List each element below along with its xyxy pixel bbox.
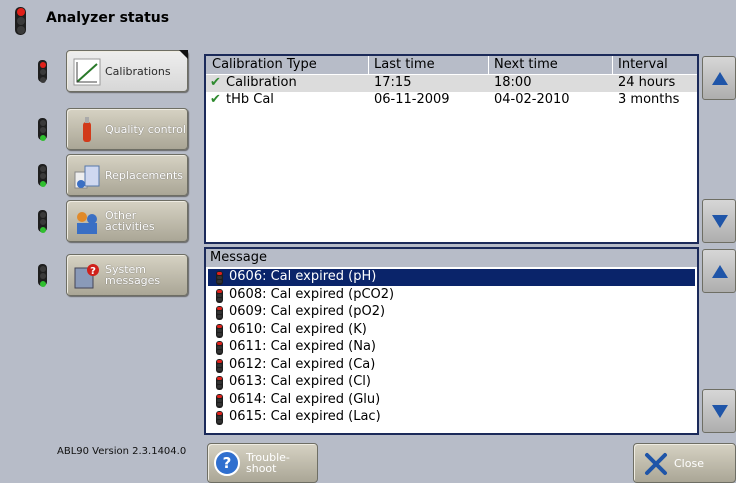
- table-scroll-down-button[interactable]: [702, 199, 736, 243]
- message-item[interactable]: 0610: Cal expired (K): [208, 322, 695, 339]
- nav-button-quality-control[interactable]: Quality control: [66, 108, 188, 150]
- error-light-icon: [216, 288, 223, 303]
- status-light-icon: [38, 210, 47, 233]
- other-activities-icon: [73, 208, 101, 236]
- nav-button-label: System messages: [105, 263, 161, 287]
- cell-interval: 3 months: [618, 92, 680, 107]
- system-messages-icon: ?: [73, 262, 101, 290]
- message-text: 0609: Cal expired (pO2): [229, 304, 386, 319]
- nav-button-label: Replacements: [105, 168, 184, 182]
- cell-next: 18:00: [494, 75, 532, 90]
- message-item[interactable]: 0608: Cal expired (pCO2): [208, 287, 695, 304]
- check-icon: ✔: [210, 92, 221, 107]
- message-text: 0608: Cal expired (pCO2): [229, 286, 395, 302]
- arrow-down-icon: [712, 405, 728, 418]
- message-text: 0614: Cal expired (Glu): [229, 391, 381, 407]
- page-title: Analyzer status: [46, 10, 170, 26]
- nav-button-label: Quality control: [105, 122, 186, 136]
- message-item[interactable]: 0609: Cal expired (pO2): [208, 304, 695, 321]
- help-icon: ?: [214, 450, 240, 476]
- status-light-icon: [38, 118, 47, 141]
- error-light-icon: [216, 376, 223, 390]
- cell-type: tHb Cal: [226, 92, 274, 107]
- message-list: Message 0606: Cal expired (pH) 0608: Cal …: [204, 247, 699, 435]
- check-icon: ✔: [210, 75, 221, 90]
- error-light-icon: [216, 323, 223, 338]
- message-text: 0612: Cal expired (Ca): [229, 356, 376, 372]
- message-item[interactable]: 0611: Cal expired (Na): [208, 339, 695, 356]
- table-scroll-up-button[interactable]: [702, 56, 736, 100]
- cell-last: 06-11-2009: [374, 92, 450, 107]
- cell-last: 17:15: [374, 75, 412, 90]
- message-item[interactable]: 0615: Cal expired (Lac): [208, 409, 695, 426]
- column-header-next: Next time: [494, 57, 558, 72]
- error-light-icon: [216, 411, 223, 425]
- message-scroll-down-button[interactable]: [702, 389, 736, 433]
- message-text: 0610: Cal expired (K): [229, 321, 367, 337]
- cell-type: Calibration: [226, 75, 297, 90]
- error-light-icon: [216, 358, 223, 373]
- arrow-up-icon: [712, 265, 728, 278]
- close-icon: [645, 453, 667, 475]
- message-scroll-up-button[interactable]: [702, 249, 736, 293]
- nav-button-label: Other activities: [105, 209, 155, 233]
- message-header: Message: [206, 249, 697, 267]
- error-light-icon: [216, 271, 223, 285]
- message-item[interactable]: 0612: Cal expired (Ca): [208, 357, 695, 374]
- close-button[interactable]: Close: [633, 443, 736, 483]
- selected-corner-icon: [179, 50, 188, 59]
- svg-text:?: ?: [223, 454, 232, 472]
- nav-button-other-activities[interactable]: Other activities: [66, 200, 188, 242]
- status-light-icon: [38, 60, 47, 83]
- column-header-type: Calibration Type: [212, 57, 317, 72]
- close-label: Close: [674, 457, 704, 470]
- message-item[interactable]: 0613: Cal expired (Cl): [208, 374, 695, 391]
- version-label: ABL90 Version 2.3.1404.0: [57, 446, 187, 457]
- arrow-up-icon: [712, 72, 728, 85]
- title-bar: Analyzer status: [0, 0, 736, 40]
- message-item[interactable]: 0614: Cal expired (Glu): [208, 392, 695, 409]
- calibration-table: Calibration Type Last time Next time Int…: [204, 54, 699, 244]
- table-row[interactable]: ✔ tHb Cal 06-11-2009 04-02-2010 3 months: [206, 92, 697, 109]
- error-light-icon: [216, 306, 223, 320]
- column-header-interval: Interval: [618, 57, 668, 72]
- troubleshoot-button[interactable]: ? Trouble- shoot: [207, 443, 318, 483]
- error-light-icon: [216, 393, 223, 408]
- message-text: 0606: Cal expired (pH): [229, 269, 377, 284]
- message-header-label: Message: [210, 250, 267, 265]
- nav-button-calibrations[interactable]: Calibrations: [66, 50, 188, 92]
- message-item[interactable]: 0606: Cal expired (pH): [208, 269, 695, 286]
- error-light-icon: [216, 341, 223, 355]
- table-row[interactable]: ✔ Calibration 17:15 18:00 24 hours: [206, 75, 697, 92]
- column-header-last: Last time: [374, 57, 435, 72]
- nav-button-replacements[interactable]: Replacements: [66, 154, 188, 196]
- nav-button-system-messages[interactable]: ? System messages: [66, 254, 188, 296]
- table-header: Calibration Type Last time Next time Int…: [206, 56, 697, 74]
- message-text: 0613: Cal expired (Cl): [229, 374, 371, 389]
- qc-ampoule-icon: [73, 116, 101, 144]
- status-light-icon: [38, 164, 47, 187]
- svg-text:?: ?: [90, 266, 96, 277]
- status-light-icon: [38, 264, 47, 287]
- arrow-down-icon: [712, 215, 728, 228]
- calibration-graph-icon: [73, 58, 101, 86]
- message-text: 0615: Cal expired (Lac): [229, 409, 381, 424]
- replacement-packs-icon: [73, 162, 101, 190]
- nav-button-label: Calibrations: [105, 64, 171, 78]
- troubleshoot-label: Trouble- shoot: [246, 451, 290, 475]
- traffic-light-icon: [15, 7, 26, 35]
- message-text: 0611: Cal expired (Na): [229, 339, 376, 354]
- cell-interval: 24 hours: [618, 75, 676, 90]
- cell-next: 04-02-2010: [494, 92, 570, 107]
